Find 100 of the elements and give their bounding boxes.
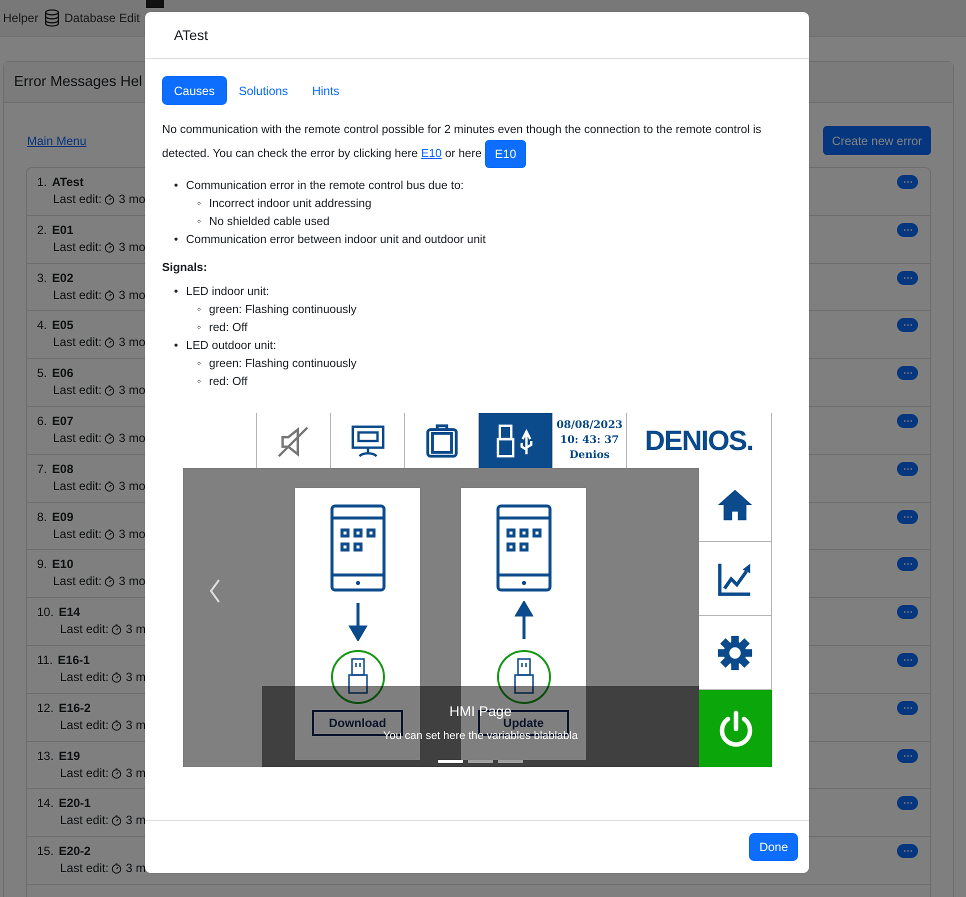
brand-logo: DENIOS.: [644, 424, 754, 456]
last-edit-label: Last edit:: [53, 573, 102, 590]
signals-heading: Signals:: [162, 261, 208, 274]
error-name[interactable]: E20-2: [58, 843, 91, 860]
hmi-side-button[interactable]: [699, 616, 772, 690]
error-name[interactable]: E16-1: [58, 652, 90, 669]
bullet: ◦: [196, 196, 202, 212]
usb-stick-icon: [496, 649, 552, 705]
done-button[interactable]: Done: [749, 833, 798, 861]
error-name[interactable]: ATest: [52, 174, 84, 191]
list-item: LED indoor unit:: [186, 284, 270, 300]
stopwatch-icon: [104, 290, 115, 301]
edit-age: 3 mo: [118, 573, 146, 590]
ellipsis-icon: [902, 706, 912, 710]
list-number: 5.: [37, 365, 48, 382]
stopwatch-icon: [110, 720, 122, 731]
ellipsis-icon: [902, 610, 912, 614]
error-name[interactable]: E08: [52, 460, 74, 478]
more-button[interactable]: [897, 605, 918, 620]
last-edit-label: Last edit:: [60, 860, 109, 878]
error-link[interactable]: E10: [421, 147, 442, 160]
hmi-user: Denios: [569, 448, 610, 463]
stopwatch-icon: [110, 863, 122, 874]
edit-age: 3 mo: [118, 238, 146, 256]
create-error-button[interactable]: Create new error: [822, 126, 931, 155]
last-edit-label: Last edit:: [53, 334, 102, 352]
list-item: Communication error in the remote control bus due to:: [186, 178, 464, 194]
settings-icon: [716, 634, 754, 672]
more-button[interactable]: [897, 318, 918, 332]
database-icon: [44, 9, 60, 27]
hmi-side-button[interactable]: [699, 468, 772, 542]
tab[interactable]: Hints: [300, 76, 352, 105]
hmi-side-button[interactable]: [699, 542, 772, 616]
last-edit-label: Last edit:: [53, 286, 102, 304]
stopwatch-icon: [104, 194, 115, 205]
hmi-toolbar-tile[interactable]: [478, 413, 552, 468]
error-name[interactable]: E14: [58, 604, 80, 622]
list-number: 13.: [37, 748, 54, 765]
tab[interactable]: Solutions: [226, 76, 300, 105]
usb-stick-icon: [330, 649, 386, 705]
error-name[interactable]: E19: [58, 748, 80, 765]
stopwatch-icon: [104, 242, 115, 253]
more-button[interactable]: [897, 557, 918, 572]
more-button[interactable]: [897, 748, 918, 763]
more-button[interactable]: [897, 510, 918, 524]
list-number: 14.: [37, 795, 54, 812]
stopwatch-icon: [104, 576, 115, 588]
list-item: Communication error between indoor unit and outdoor unit: [186, 232, 486, 248]
more-button[interactable]: [897, 222, 918, 237]
ellipsis-icon: [902, 658, 912, 662]
last-edit-label: Last edit:: [53, 478, 102, 495]
ellipsis-icon: [902, 754, 912, 758]
more-button[interactable]: [897, 796, 918, 810]
list-number: 2.: [37, 222, 48, 239]
error-name[interactable]: E01: [52, 222, 74, 239]
error-name[interactable]: E20-1: [58, 795, 91, 812]
ellipsis-icon: [902, 276, 912, 280]
last-edit-label: Last edit:: [60, 716, 109, 734]
more-button[interactable]: [897, 652, 918, 667]
last-edit-label: Last edit:: [60, 812, 109, 830]
list-number: 1.: [37, 174, 48, 191]
tab[interactable]: Causes: [162, 76, 227, 105]
panel-title: Error Messages Hel: [14, 74, 142, 90]
error-name[interactable]: E10: [52, 556, 74, 574]
more-button[interactable]: [897, 462, 918, 476]
list-number: 11.: [37, 652, 53, 669]
list-item: red: Off: [209, 374, 248, 390]
edit-age: 3 m: [126, 716, 146, 734]
main-menu-link[interactable]: Main Menu: [27, 134, 86, 148]
last-edit-label: Last edit:: [53, 526, 102, 543]
error-button[interactable]: E10: [484, 140, 526, 168]
chevron-left-icon[interactable]: [208, 578, 222, 604]
error-name[interactable]: E16-2: [58, 700, 91, 717]
error-name[interactable]: E07: [52, 412, 74, 430]
error-name[interactable]: E02: [52, 270, 74, 287]
more-button[interactable]: [897, 366, 918, 380]
ellipsis-icon: [902, 801, 912, 806]
last-edit-label: Last edit:: [53, 238, 102, 256]
ellipsis-icon: [902, 180, 912, 184]
more-button[interactable]: [897, 700, 918, 715]
list-number: 9.: [37, 556, 48, 574]
tablet-icon: [494, 503, 554, 593]
nav-link[interactable]: Helper: [3, 11, 38, 25]
error-name[interactable]: E09: [52, 508, 74, 526]
edit-age: 3 m: [126, 812, 146, 830]
error-name[interactable]: E05: [52, 317, 74, 334]
bullet: ◦: [196, 374, 202, 390]
more-button[interactable]: [897, 175, 918, 189]
hmi-date: 08/08/2023: [556, 418, 623, 433]
more-button[interactable]: [897, 270, 918, 285]
stopwatch-icon: [110, 768, 122, 779]
stopwatch-icon: [110, 624, 122, 636]
arrow-down-icon: [348, 601, 368, 641]
arrow-up-icon: [514, 601, 534, 641]
more-button[interactable]: [897, 844, 918, 858]
list-item: green: Flashing continuously: [209, 302, 357, 318]
edit-age: 3 m: [126, 621, 146, 638]
more-button[interactable]: [897, 414, 918, 428]
error-name[interactable]: E06: [52, 365, 74, 382]
nav-link[interactable]: Database Edit: [64, 11, 140, 25]
